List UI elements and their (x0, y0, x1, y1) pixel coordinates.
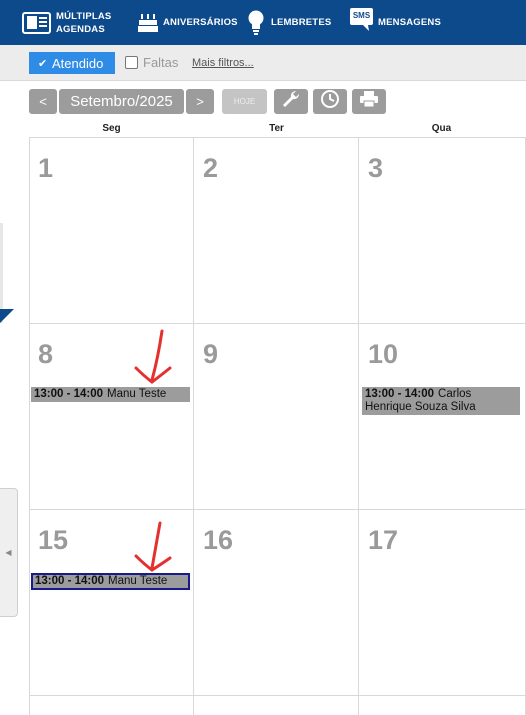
event-patient-name: Manu Teste (107, 388, 167, 400)
grid-line (358, 137, 359, 715)
day-cell-15[interactable]: 15 (38, 525, 68, 556)
check-icon: ✔ (38, 57, 48, 70)
sms-icon-text: SMS (352, 10, 371, 20)
weekday-header-ter: Ter (269, 123, 284, 134)
event-item[interactable]: 13:00 - 14:00 Carlos Henrique Souza Silva (362, 387, 520, 415)
sidebar-collapse-button[interactable]: ◀ (0, 488, 18, 617)
faltas-filter-checkbox[interactable]: Faltas (125, 55, 178, 70)
weekday-header-qua: Qua (431, 123, 452, 134)
lembretes-link[interactable]: LEMBRETES (247, 0, 331, 45)
day-cell-16[interactable]: 16 (203, 525, 233, 556)
time-view-button[interactable] (313, 89, 347, 114)
today-button[interactable]: HOJE (222, 89, 267, 114)
multiplas-agendas-link[interactable]: MÚLTIPLAS AGENDAS (22, 0, 111, 45)
faltas-checkbox-box[interactable] (125, 56, 138, 69)
print-button[interactable] (352, 89, 386, 114)
clock-icon (320, 89, 340, 114)
grid-line (29, 509, 526, 510)
top-navigation-bar: MÚLTIPLAS AGENDAS ANIVERSÁRIOS LEMBRETES (0, 0, 526, 45)
corner-marker (0, 309, 14, 323)
event-item[interactable]: 13:00 - 14:00 Manu Teste (31, 387, 190, 402)
sms-icon: SMS (350, 7, 373, 32)
grid-line (29, 695, 526, 696)
collapse-arrow-icon: ◀ (5, 548, 12, 557)
lightbulb-icon (247, 10, 265, 36)
more-filters-link[interactable]: Mais filtros... (192, 57, 254, 69)
agendas-icon (22, 11, 51, 34)
multiplas-label: MÚLTIPLAS (56, 10, 112, 22)
atendido-filter-checkbox[interactable]: ✔ Atendido (29, 52, 115, 74)
previous-month-button[interactable]: < (29, 89, 57, 114)
event-time: 13:00 - 14:00 (35, 575, 105, 587)
event-patient-name: Manu Teste (108, 575, 168, 587)
day-cell-8[interactable]: 8 (38, 339, 53, 370)
day-cell-2[interactable]: 2 (203, 153, 218, 184)
annotation-arrow-icon (134, 329, 172, 384)
event-time: 13:00 - 14:00 (34, 388, 104, 400)
day-cell-1[interactable]: 1 (38, 153, 53, 184)
left-edge-panel (0, 223, 3, 323)
wrench-icon (281, 89, 301, 114)
aniversarios-label: ANIVERSÁRIOS (163, 17, 238, 28)
mensagens-label: MENSAGENS (378, 17, 442, 28)
lembretes-label: LEMBRETES (271, 17, 332, 28)
grid-line (193, 137, 194, 715)
event-time: 13:00 - 14:00 (365, 388, 435, 400)
month-title-button[interactable]: Setembro/2025 (59, 89, 184, 114)
settings-button[interactable] (274, 89, 308, 114)
mensagens-link[interactable]: SMS MENSAGENS (350, 0, 441, 45)
day-cell-9[interactable]: 9 (203, 339, 218, 370)
day-cell-17[interactable]: 17 (368, 525, 398, 556)
grid-line (29, 323, 526, 324)
weekday-header-seg: Seg (102, 123, 121, 134)
day-cell-3[interactable]: 3 (368, 153, 383, 184)
atendido-label: Atendido (52, 55, 104, 71)
grid-line (29, 137, 30, 715)
annotation-arrow-icon (134, 521, 172, 572)
grid-line (29, 137, 526, 138)
cake-icon (137, 13, 159, 33)
agendas-label: AGENDAS (56, 23, 105, 35)
day-cell-10[interactable]: 10 (368, 339, 398, 370)
next-month-button[interactable]: > (186, 89, 214, 114)
aniversarios-link[interactable]: ANIVERSÁRIOS (137, 0, 238, 45)
faltas-label: Faltas (143, 55, 179, 70)
print-icon (359, 90, 379, 113)
